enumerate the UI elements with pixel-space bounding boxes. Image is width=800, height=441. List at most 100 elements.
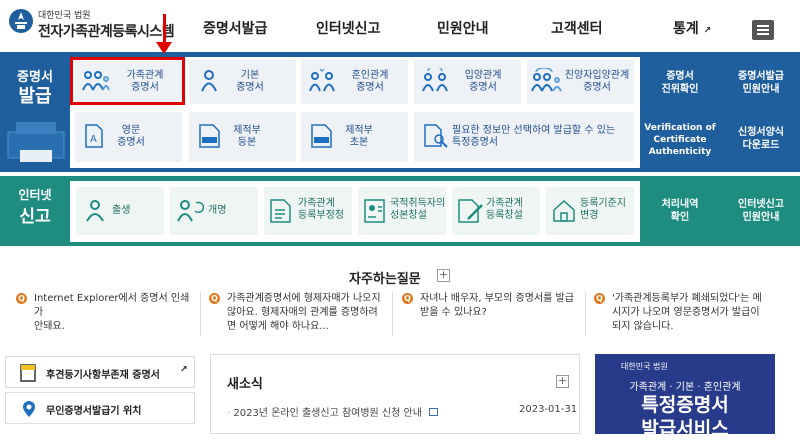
register-book-icon xyxy=(311,124,332,148)
card-label-line2: 증명서 xyxy=(236,82,264,93)
card-english-cert[interactable]: A 영문 증명서 xyxy=(75,112,182,162)
link-kiosk-location[interactable]: 무인증명서발급기 위치 xyxy=(5,392,195,424)
side-label-line2: 민원안내 xyxy=(742,84,780,95)
question-icon: Q xyxy=(209,293,220,304)
news-more-button[interactable]: + xyxy=(556,375,569,388)
card-label-line2: 등본 xyxy=(237,137,257,148)
question-icon: Q xyxy=(594,293,605,304)
card-label-line1: 기본 xyxy=(240,70,260,81)
card-label-line2: 변경 xyxy=(580,210,599,221)
nav-internet-report[interactable]: 인터넷신고 xyxy=(316,18,380,38)
card-label-line1: 제적부 xyxy=(345,125,373,136)
faq-more-button[interactable]: + xyxy=(437,269,450,282)
site-logo-title[interactable]: 전자가족관계등록시스템 xyxy=(38,21,175,41)
divider xyxy=(200,292,201,336)
divider xyxy=(585,292,586,336)
card-label-line1: 친양자입양관계 xyxy=(564,70,630,81)
link-form-download[interactable]: 신청서양식 다운로드 xyxy=(722,126,800,152)
link-verification-authenticity[interactable]: Verification of Certificate Authenticity xyxy=(640,122,720,158)
external-link-icon: ↗ xyxy=(180,365,188,375)
full-adoption-icon xyxy=(531,68,562,92)
card-label-line2: 증명서 xyxy=(469,82,497,93)
faq-line2: 않아요. 형제자매의 관계를 증명하려 xyxy=(227,307,378,318)
side-label-line2: Certificate xyxy=(653,135,707,145)
card-base-address-change[interactable]: 등록기준지 변경 xyxy=(546,187,634,235)
nav-civil-guide[interactable]: 민원안내 xyxy=(437,18,489,38)
card-marriage-cert[interactable]: 혼인관계 증명서 xyxy=(301,60,408,104)
external-link-icon: ↗ xyxy=(703,26,712,36)
nav-customer-center[interactable]: 고객센터 xyxy=(551,18,603,38)
side-label-line2: 확인 xyxy=(670,212,690,223)
card-name-change-report[interactable]: 개명 xyxy=(170,187,258,235)
document-a-icon: A xyxy=(85,124,103,148)
nav-certificate-issue[interactable]: 증명서발급 xyxy=(203,18,267,38)
card-removed-register-extract[interactable]: 제적부 초본 xyxy=(301,112,408,162)
card-register-correction[interactable]: 가족관계 등록부정정 xyxy=(264,187,352,235)
news-item[interactable]: · 2023년 온라인 출생신고 참여병원 신청 안내 xyxy=(227,404,439,419)
side-label-line1: 증명서발급 xyxy=(738,71,784,82)
document-search-icon xyxy=(424,124,448,148)
id-card-icon xyxy=(364,199,385,223)
card-naturalized-surname[interactable]: 국적취득자의 성본창설 xyxy=(358,187,446,235)
card-specific-cert[interactable]: 필요한 정보만 선택하여 발급할 수 있는 특정증명서 xyxy=(414,112,634,162)
document-edit-icon xyxy=(458,199,483,223)
link-label: 후견등기사항부존재 증명서 xyxy=(46,370,160,381)
link-processing-status[interactable]: 처리내역 확인 xyxy=(642,198,718,224)
house-icon xyxy=(553,199,575,222)
link-guardianship-cert[interactable]: 후견등기사항부존재 증명서 ↗ xyxy=(5,356,195,388)
card-label-line2: 초본 xyxy=(349,137,369,148)
issue-label-bottom: 발급 xyxy=(18,86,52,107)
site-header: 대한민국 법원 전자가족관계등록시스템 증명서발급 인터넷신고 민원안내 고객센… xyxy=(0,0,800,52)
faq-line2: 시지가 나오며 영문증명서가 발급이 xyxy=(612,307,760,318)
logo-subtitle: 대한민국 법원 xyxy=(38,11,91,21)
card-label-line1: 국적취득자의 xyxy=(390,198,446,209)
card-adoption-cert[interactable]: 입양관계 증명서 xyxy=(414,60,521,104)
faq-item-2[interactable]: 가족관계증명서에 형제자매가 나오지 않아요. 형제자매의 관계를 증명하려 면… xyxy=(227,292,397,334)
faq-item-3[interactable]: 자녀나 배우자, 부모의 증명서를 발급 받을 수 있나요? xyxy=(420,292,590,320)
card-basic-cert[interactable]: 기본 증명서 xyxy=(189,60,296,104)
card-full-adoption-cert[interactable]: 친양자입양관계 증명서 xyxy=(527,60,634,104)
menu-button[interactable] xyxy=(752,20,774,40)
card-label-line2: 성본창설 xyxy=(390,210,427,221)
faq-item-1[interactable]: Internet Explorer에서 증명서 인쇄가 안돼요. xyxy=(34,292,194,334)
news-panel: 새소식 + · 2023년 온라인 출생신고 참여병원 신청 안내 2023-0… xyxy=(210,354,580,434)
faq-line1: '가족관계등록부가 폐쇄되었다'는 메 xyxy=(612,293,762,304)
person-icon xyxy=(201,70,217,92)
card-register-creation[interactable]: 가족관계 등록창설 xyxy=(452,187,540,235)
faq-title: 자주하는질문 xyxy=(349,272,421,287)
couple-icon xyxy=(309,68,335,92)
news-title: 새소식 xyxy=(227,377,263,392)
faq-item-4[interactable]: '가족관계등록부가 폐쇄되었다'는 메 시지가 나오며 영문증명서가 발급이 되… xyxy=(612,292,792,334)
card-label-line2: 등록부정정 xyxy=(298,210,344,221)
nav-statistics[interactable]: 통계 ↗ xyxy=(673,18,711,38)
card-label-line1: 출생 xyxy=(112,205,131,216)
link-cert-verify[interactable]: 증명서 진위확인 xyxy=(642,70,718,96)
baby-icon xyxy=(86,200,104,222)
side-label-line1: 인터넷신고 xyxy=(738,199,784,210)
banner-court-label: 대한민국 법원 xyxy=(621,362,668,371)
arrow-down-icon xyxy=(163,14,166,44)
faq-line2: 안돼요. xyxy=(34,321,65,332)
card-label-line2: 등록창설 xyxy=(486,210,523,221)
faq-line3: 면 어떻게 해야 하나요... xyxy=(227,321,329,332)
card-birth-report[interactable]: 출생 xyxy=(76,187,164,235)
report-label-bottom: 신고 xyxy=(19,207,51,227)
faq-line1: 자녀나 배우자, 부모의 증명서를 발급 xyxy=(420,293,574,304)
card-label-line1: 입양관계 xyxy=(464,70,502,81)
card-label-line1: 제적부 xyxy=(233,125,261,136)
link-report-guide[interactable]: 인터넷신고 민원안내 xyxy=(722,198,800,224)
faq-line2: 받을 수 있나요? xyxy=(420,307,487,318)
news-item-title: 2023년 온라인 출생신고 참여병원 신청 안내 xyxy=(233,408,422,419)
attachment-icon xyxy=(429,408,439,416)
banner-title: 특정증명서 xyxy=(641,394,729,416)
card-label-line2: 증명서 xyxy=(356,82,384,93)
document-list-icon xyxy=(270,199,291,223)
card-removed-register-copy[interactable]: 제적부 등본 xyxy=(189,112,296,162)
card-label-line2: 특정증명서 xyxy=(452,137,498,148)
specific-cert-banner[interactable]: 대한민국 법원 가족관계 · 기본 · 혼인관계 특정증명서 발급서비스 xyxy=(595,354,775,440)
nav-statistics-label: 통계 xyxy=(673,21,699,37)
svg-text:A: A xyxy=(90,134,97,145)
card-label-line1: 개명 xyxy=(208,205,227,216)
link-label: 무인증명서발급기 위치 xyxy=(46,406,142,417)
link-cert-guide[interactable]: 증명서발급 민원안내 xyxy=(722,70,800,96)
